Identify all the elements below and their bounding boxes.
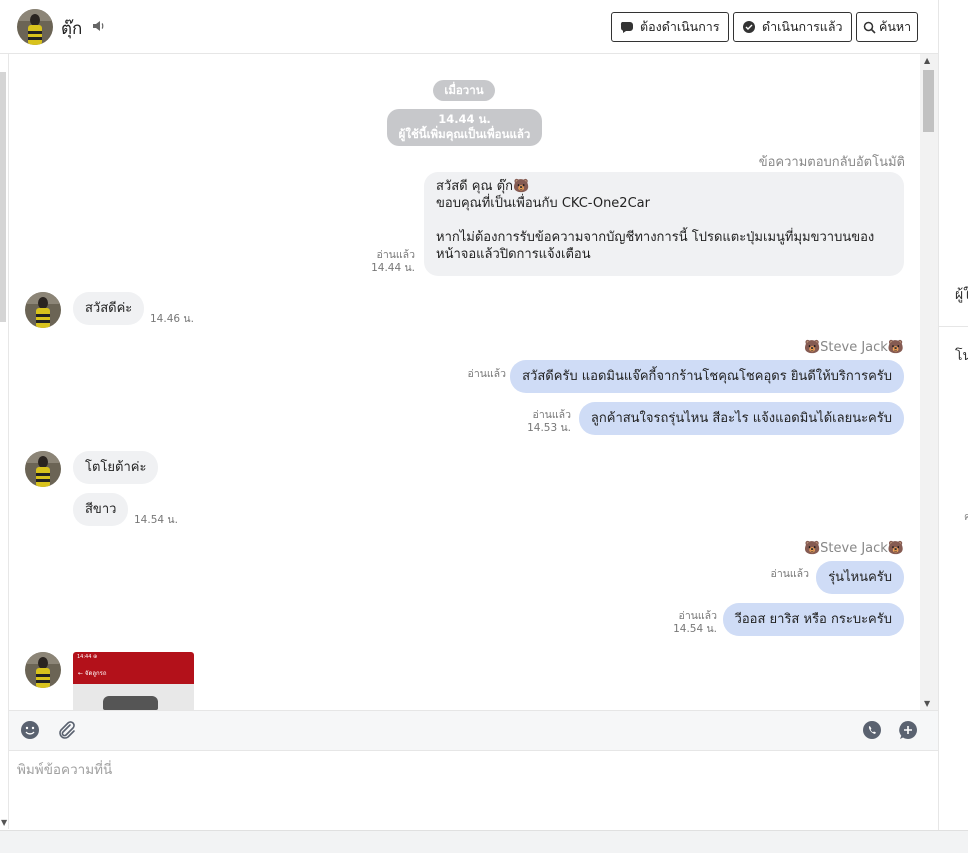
image-header: 14:44 ⊕ ← จัดลูกรถ	[73, 652, 194, 684]
panel-text: ผู้ใ	[955, 287, 968, 303]
scroll-down-icon[interactable]: ▼	[924, 699, 930, 708]
read-receipt: อ่านแล้ว	[770, 568, 809, 580]
image-message[interactable]: 14:44 ⊕ ← จัดลูกรถ	[73, 652, 194, 710]
message-input[interactable]	[17, 759, 897, 781]
chat-scrollbar-thumb[interactable]	[923, 70, 934, 132]
panel-divider	[939, 326, 968, 327]
composer-toolbar	[9, 710, 938, 750]
message-bubble-in[interactable]: โตโยต้าค่ะ	[73, 451, 159, 484]
done-button[interactable]: ดำเนินการแล้ว	[733, 12, 852, 42]
right-panel: ผู้ใ โน ค	[938, 0, 968, 830]
left-scrollbar[interactable]: ▼	[0, 54, 9, 829]
date-separator: เมื่อวาน	[433, 80, 495, 101]
auto-reply-label: ข้อความตอบกลับอัตโนมัติ	[758, 155, 905, 170]
message-time: 14.46 น.	[150, 313, 194, 325]
message-bubble-in[interactable]: สวัสดีค่ะ	[73, 292, 145, 325]
chat-scrollbar[interactable]: ▲ ▼	[920, 54, 938, 710]
voice-call-icon[interactable]	[861, 719, 883, 741]
sender-name: 🐻Steve Jack🐻	[803, 541, 904, 556]
chat-check-icon	[743, 21, 755, 33]
image-body	[73, 684, 194, 710]
search-button[interactable]: ค้นหา	[856, 12, 919, 42]
scroll-up-icon[interactable]: ▲	[924, 56, 930, 65]
message-time: 14.54 น.	[134, 514, 178, 526]
bottom-bar	[0, 830, 968, 853]
chat-header: ตุ๊ก ต้องดำเนินการ ดำเนินการแล้ว ค้นหา	[0, 0, 938, 54]
attachment-icon[interactable]	[55, 719, 77, 741]
contact-avatar[interactable]	[25, 652, 61, 688]
message-bubble-out[interactable]: สวัสดีครับ แอดมินแจ๊คกี้จากร้านโชคุณโชคอ…	[510, 360, 904, 393]
contact-avatar[interactable]	[17, 9, 53, 45]
message-composer[interactable]	[9, 750, 938, 830]
read-receipt: อ่านแล้ว 14.44 น.	[371, 249, 415, 274]
read-receipt: อ่านแล้ว 14.53 น.	[527, 409, 571, 434]
panel-text: ค	[964, 512, 968, 523]
panel-text: โน	[955, 348, 968, 364]
contact-avatar[interactable]	[25, 292, 61, 328]
chat-bubble-icon	[620, 22, 633, 33]
message-bubble-out[interactable]: รุ่นไหนครับ	[816, 561, 904, 594]
message-list: เมื่อวาน 14.44 น. ผู้ใช้นี้เพิ่มคุณเป็นเ…	[9, 54, 920, 710]
system-notice: 14.44 น. ผู้ใช้นี้เพิ่มคุณเป็นเพื่อนแล้ว	[387, 109, 542, 146]
speaker-icon[interactable]	[92, 19, 106, 33]
sender-name: 🐻Steve Jack🐻	[803, 340, 904, 355]
message-bubble-out[interactable]: ลูกค้าสนใจรถรุ่นไหน สีอะไร แจ้งแอดมินได้…	[578, 402, 904, 435]
read-receipt: อ่านแล้ว	[467, 368, 506, 380]
car-image	[103, 696, 158, 710]
search-icon	[863, 21, 876, 34]
message-bubble-in[interactable]: สีขาว	[73, 493, 129, 526]
emoji-icon[interactable]	[19, 719, 41, 741]
read-receipt: อ่านแล้ว 14.54 น.	[673, 610, 717, 635]
todo-button[interactable]: ต้องดำเนินการ	[611, 12, 729, 42]
scroll-down-icon[interactable]: ▼	[1, 818, 7, 827]
left-scrollbar-thumb[interactable]	[0, 72, 6, 322]
add-icon[interactable]	[897, 719, 919, 741]
message-bubble-out[interactable]: วีออส ยาริส หรือ กระบะครับ	[722, 603, 904, 636]
auto-reply-bubble[interactable]: สวัสดี คุณ ตุ๊ก🐻 ขอบคุณที่เป็นเพื่อนกับ …	[424, 172, 904, 276]
contact-name: ตุ๊ก	[61, 19, 83, 39]
contact-avatar[interactable]	[25, 451, 61, 487]
